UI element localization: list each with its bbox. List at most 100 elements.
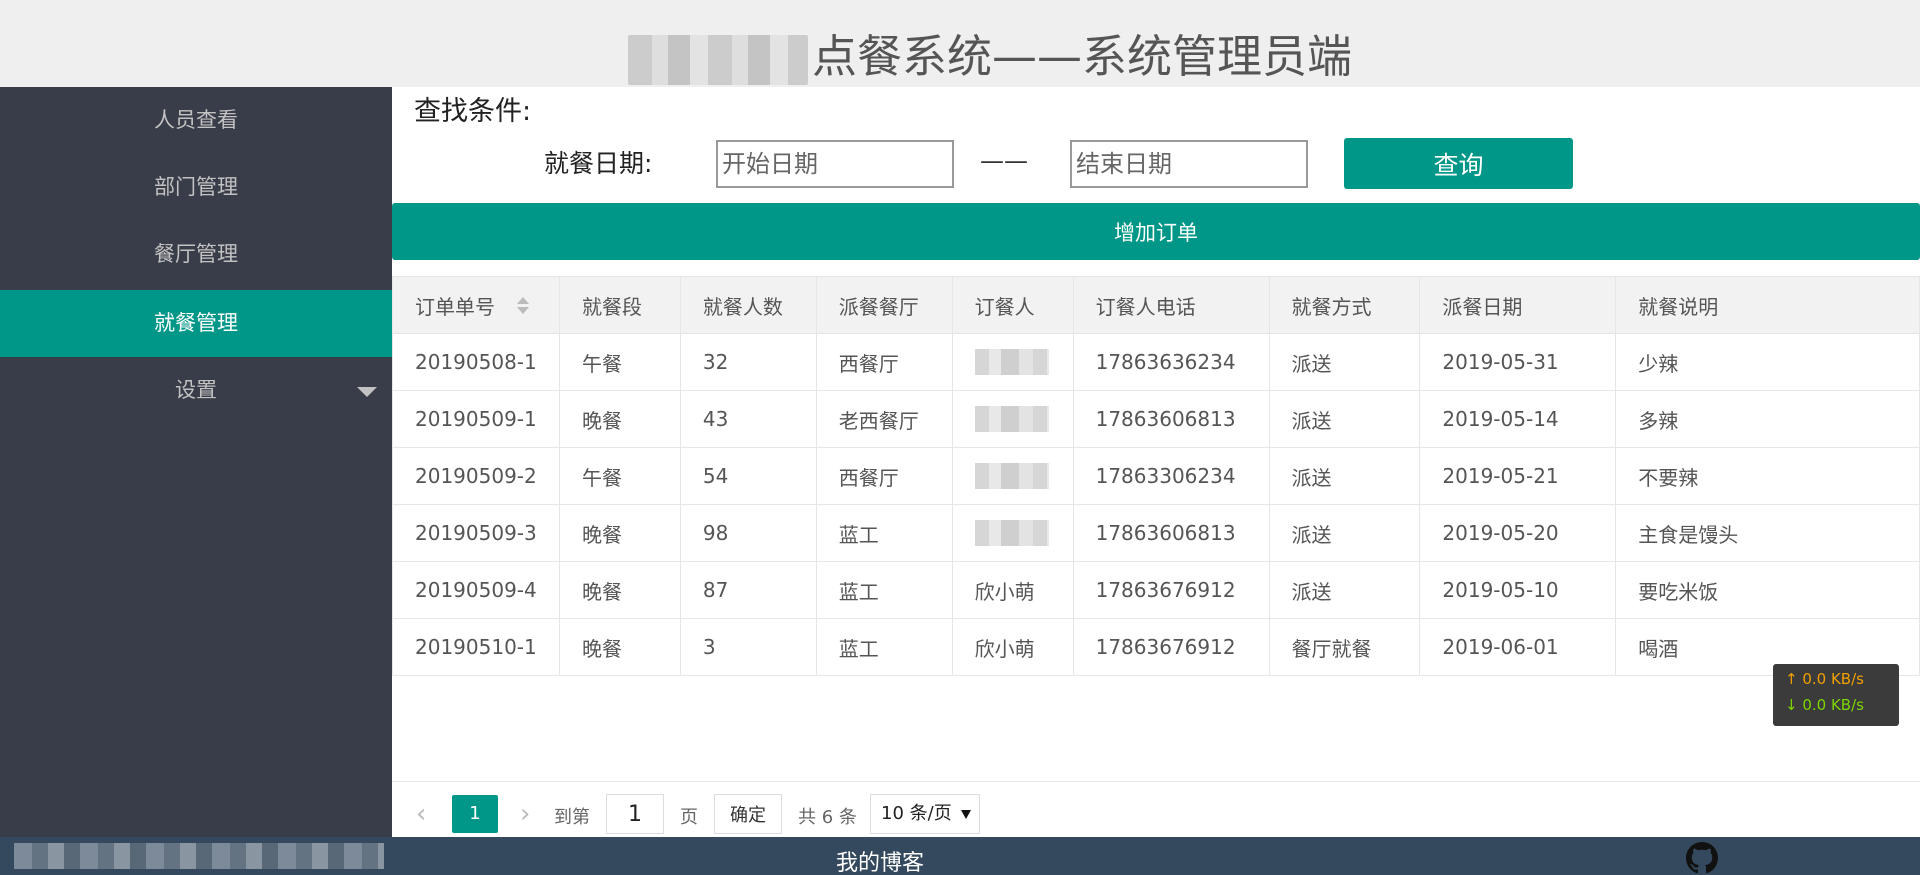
table-row[interactable]: 20190509-1 晚餐 43 老西餐厅 17863606813 派送 201… [392, 390, 1920, 448]
caret-down-icon [357, 387, 377, 397]
cell-notes: 少辣 [1615, 333, 1920, 391]
add-order-button[interactable]: 增加订单 [392, 203, 1920, 260]
download-speed: ↓ 0.0 KB/s [1785, 696, 1864, 714]
title-redacted-prefix [628, 35, 808, 85]
cell-order-id: 20190509-4 [392, 561, 560, 619]
sidebar-item-personnel[interactable]: 人员查看 [0, 87, 392, 154]
column-header-label: 派餐餐厅 [838, 294, 919, 319]
column-header-meal: 就餐段 [558, 276, 681, 334]
cell-date: 2019-05-21 [1419, 447, 1617, 505]
cell-notes: 不要辣 [1615, 447, 1920, 505]
cell-notes: 要吃米饭 [1615, 561, 1920, 619]
cell-method: 派送 [1268, 333, 1421, 391]
cell-phone: 17863606813 [1072, 504, 1270, 562]
sidebar-item-label: 就餐管理 [154, 311, 238, 335]
column-header-label: 订餐人电话 [1095, 294, 1196, 319]
page-title-text: 点餐系统——系统管理员端 [812, 30, 1353, 83]
column-header-diners: 就餐人数 [679, 276, 817, 334]
column-header-label: 订餐人 [974, 294, 1035, 319]
cell-meal: 晚餐 [558, 504, 681, 562]
cell-order-id: 20190508-1 [392, 333, 560, 391]
cell-method: 派送 [1268, 561, 1421, 619]
table-row[interactable]: 20190508-1 午餐 32 西餐厅 17863636234 派送 2019… [392, 333, 1920, 391]
column-header-notes: 就餐说明 [1615, 276, 1920, 334]
table-row[interactable]: 20190509-2 午餐 54 西餐厅 17863306234 派送 2019… [392, 447, 1920, 505]
cell-orderer [951, 504, 1074, 562]
column-header-label: 就餐说明 [1638, 294, 1719, 319]
cell-date: 2019-05-31 [1419, 333, 1617, 391]
cell-restaurant: 西餐厅 [815, 447, 953, 505]
cell-method: 派送 [1268, 390, 1421, 448]
goto-page-input[interactable] [606, 794, 664, 834]
table-header-row: 订单单号 就餐段 就餐人数 派餐餐厅 订餐人 订餐人电话 就餐方式 派餐日期 就… [392, 276, 1920, 334]
sidebar-item-label: 人员查看 [154, 108, 238, 132]
end-date-input[interactable] [1070, 140, 1308, 188]
start-date-input[interactable] [716, 140, 954, 188]
network-speed-widget[interactable]: ↑ 0.0 KB/s ↓ 0.0 KB/s [1773, 664, 1899, 726]
table-row[interactable]: 20190509-4 晚餐 87 蓝工 欣小萌 17863676912 派送 2… [392, 561, 1920, 619]
cell-meal: 晚餐 [558, 561, 681, 619]
column-header-phone: 订餐人电话 [1072, 276, 1270, 334]
sidebar-item-restaurants[interactable]: 餐厅管理 [0, 221, 392, 288]
cell-restaurant: 西餐厅 [815, 333, 953, 391]
redacted-name [974, 349, 1049, 376]
blog-link[interactable]: 我的博客 [836, 845, 924, 875]
cell-phone: 17863676912 [1072, 561, 1270, 619]
cell-method: 餐厅就餐 [1268, 618, 1421, 676]
redacted-name [974, 520, 1049, 547]
cell-diners: 32 [679, 333, 817, 391]
pager-divider [392, 781, 1920, 782]
cell-order-id: 20190509-1 [392, 390, 560, 448]
cell-order-id: 20190510-1 [392, 618, 560, 676]
cell-date: 2019-05-20 [1419, 504, 1617, 562]
orders-table: 订单单号 就餐段 就餐人数 派餐餐厅 订餐人 订餐人电话 就餐方式 派餐日期 就… [392, 276, 1920, 676]
main-content: 查找条件: 就餐日期: —— 查询 增加订单 订单单号 就餐段 就餐人数 派餐餐… [392, 87, 1920, 837]
table-row[interactable]: 20190510-1 晚餐 3 蓝工 欣小萌 17863676912 餐厅就餐 … [392, 618, 1920, 676]
prev-page-icon[interactable]: ‹ [416, 799, 426, 829]
upload-speed: ↑ 0.0 KB/s [1785, 670, 1864, 688]
cell-diners: 98 [679, 504, 817, 562]
column-header-restaurant: 派餐餐厅 [815, 276, 953, 334]
cell-diners: 54 [679, 447, 817, 505]
cell-phone: 17863636234 [1072, 333, 1270, 391]
sidebar-item-settings[interactable]: 设置 [0, 357, 392, 424]
cell-phone: 17863676912 [1072, 618, 1270, 676]
cell-diners: 87 [679, 561, 817, 619]
sidebar-item-dining[interactable]: 就餐管理 [0, 290, 392, 357]
cell-date: 2019-06-01 [1419, 618, 1617, 676]
cell-restaurant: 老西餐厅 [815, 390, 953, 448]
sort-icon[interactable] [517, 297, 529, 315]
column-header-label: 就餐方式 [1291, 294, 1372, 319]
dining-date-label: 就餐日期: [544, 149, 653, 178]
cell-restaurant: 蓝工 [815, 618, 953, 676]
github-icon[interactable] [1686, 842, 1718, 874]
cell-date: 2019-05-14 [1419, 390, 1617, 448]
column-header-order-id[interactable]: 订单单号 [392, 276, 560, 334]
sidebar-item-departments[interactable]: 部门管理 [0, 154, 392, 221]
sidebar-item-label: 餐厅管理 [154, 242, 238, 266]
cell-diners: 3 [679, 618, 817, 676]
column-header-method: 就餐方式 [1268, 276, 1421, 334]
page-number-current[interactable]: 1 [452, 795, 498, 833]
cell-method: 派送 [1268, 447, 1421, 505]
cell-orderer: 欣小萌 [951, 561, 1074, 619]
cell-meal: 午餐 [558, 447, 681, 505]
query-button[interactable]: 查询 [1344, 138, 1573, 189]
confirm-button[interactable]: 确定 [714, 794, 782, 834]
goto-label: 到第 [554, 807, 590, 828]
page-size-select[interactable]: 10 条/页 [870, 794, 980, 834]
cell-meal: 晚餐 [558, 618, 681, 676]
cell-order-id: 20190509-2 [392, 447, 560, 505]
table-row[interactable]: 20190509-3 晚餐 98 蓝工 17863606813 派送 2019-… [392, 504, 1920, 562]
cell-diners: 43 [679, 390, 817, 448]
cell-meal: 午餐 [558, 333, 681, 391]
pagination: ‹ 1 › 到第 页 确定 共 6 条 10 条/页 [392, 793, 1392, 834]
sidebar: 人员查看 部门管理 餐厅管理 就餐管理 设置 [0, 87, 392, 837]
cell-orderer [951, 390, 1074, 448]
next-page-icon[interactable]: › [520, 799, 530, 829]
dropdown-arrow-icon [961, 810, 971, 819]
cell-method: 派送 [1268, 504, 1421, 562]
redacted-name [974, 406, 1049, 433]
column-header-label: 就餐人数 [702, 294, 783, 319]
cell-notes: 多辣 [1615, 390, 1920, 448]
